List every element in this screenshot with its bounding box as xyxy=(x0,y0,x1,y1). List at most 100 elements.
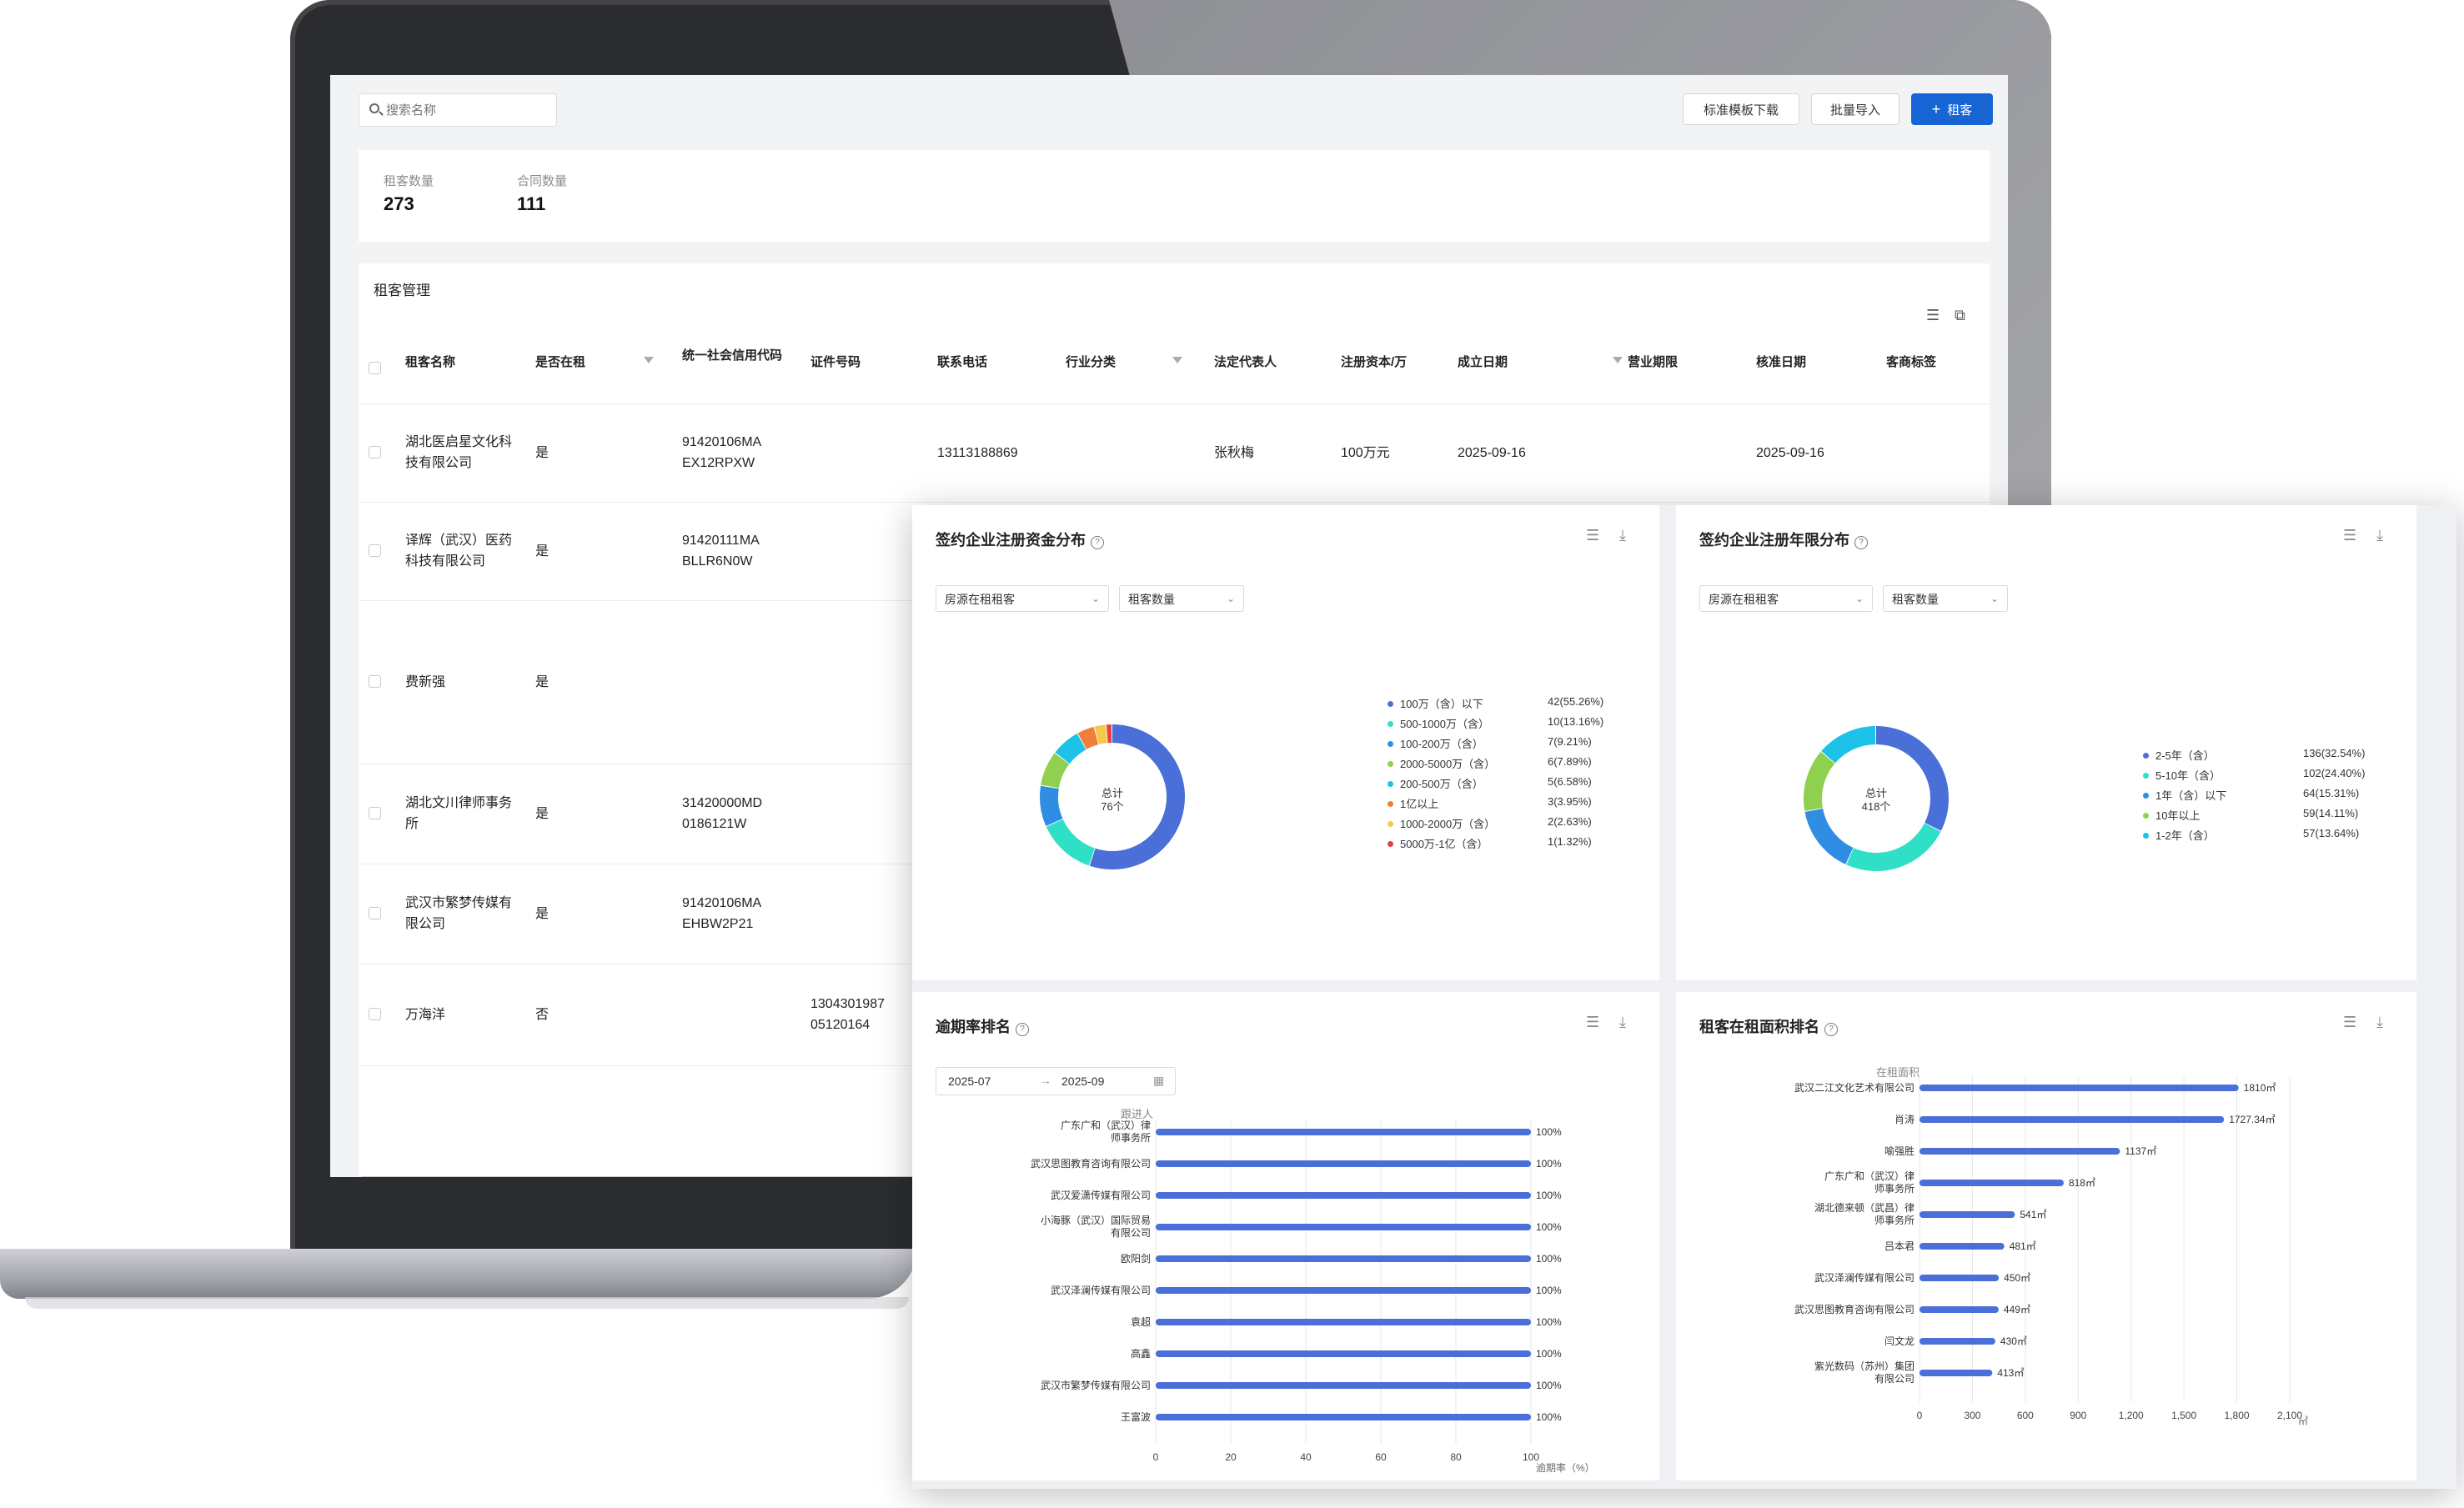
stats-panel: 租客数量 273 合同数量 111 xyxy=(359,150,1990,242)
category-label: 闫文龙 xyxy=(1884,1335,1914,1347)
donut-slice[interactable] xyxy=(1094,724,1108,745)
bar[interactable] xyxy=(1920,1306,1999,1313)
legend-item[interactable]: 500-1000万（含） xyxy=(1388,715,1489,731)
legend-item[interactable]: 5-10年（含） xyxy=(2143,767,2221,783)
bar[interactable] xyxy=(1920,1211,2015,1218)
column-header-legal-rep[interactable]: 法定代表人 xyxy=(1214,353,1277,372)
cell-renting: 是 xyxy=(535,544,550,559)
donut-slice[interactable] xyxy=(1077,726,1099,749)
add-tenant-button[interactable]: + 租客 xyxy=(1911,93,1993,125)
donut-slice[interactable] xyxy=(1804,808,1854,864)
filter-icon[interactable] xyxy=(644,357,654,363)
bar-value-label: 100% xyxy=(1536,1253,1562,1265)
category-label: 王富波 xyxy=(1121,1410,1151,1423)
legend-item[interactable]: 1亿以上 xyxy=(1388,795,1438,811)
column-header-term[interactable]: 营业期限 xyxy=(1628,353,1678,372)
legend-value: 64(15.31%) xyxy=(2303,787,2360,799)
column-settings-icon[interactable]: ☰ xyxy=(1926,307,1940,324)
legend-item[interactable]: 5000万-1亿（含） xyxy=(1388,835,1488,851)
template-download-button[interactable]: 标准模板下载 xyxy=(1683,93,1799,125)
legend-value: 136(32.54%) xyxy=(2303,747,2366,759)
donut-slice[interactable] xyxy=(1804,751,1835,811)
bar[interactable] xyxy=(1920,1180,2064,1186)
bar[interactable] xyxy=(1156,1192,1531,1199)
bar[interactable] xyxy=(1156,1255,1531,1262)
row-checkbox[interactable] xyxy=(369,544,381,557)
donut-slice[interactable] xyxy=(1046,819,1096,866)
legend-item[interactable]: 2000-5000万（含） xyxy=(1388,755,1495,771)
legend-label: 2000-5000万（含） xyxy=(1400,758,1496,770)
legend-item[interactable]: 100万（含）以下 xyxy=(1388,695,1483,711)
column-header-id-number[interactable]: 证件号码 xyxy=(810,353,861,372)
bar[interactable] xyxy=(1920,1243,2005,1250)
legend-item[interactable]: 10年以上 xyxy=(2143,807,2200,823)
legend-item[interactable]: 100-200万（含） xyxy=(1388,735,1483,751)
cell-renting: 是 xyxy=(535,806,550,821)
bar[interactable] xyxy=(1156,1414,1531,1420)
donut-slice[interactable] xyxy=(1875,726,1949,831)
bar[interactable] xyxy=(1156,1319,1531,1325)
row-checkbox[interactable] xyxy=(369,807,381,819)
column-header-approved[interactable]: 核准日期 xyxy=(1756,353,1806,372)
bar-value-label: 450㎡ xyxy=(2004,1272,2030,1284)
legend-item[interactable]: 2-5年（含） xyxy=(2143,747,2215,763)
bar-value-label: 449㎡ xyxy=(2004,1304,2030,1315)
bar[interactable] xyxy=(1156,1382,1531,1389)
column-header-capital[interactable]: 注册资本/万 xyxy=(1341,353,1407,372)
legend-value: 1(1.32%) xyxy=(1548,835,1592,848)
legend-dot xyxy=(2143,793,2149,799)
legend-item[interactable]: 200-500万（含） xyxy=(1388,775,1483,791)
filter-icon[interactable] xyxy=(1172,357,1182,363)
select-all-checkbox[interactable] xyxy=(369,362,381,374)
bar[interactable] xyxy=(1156,1224,1531,1230)
column-header-tenant-name[interactable]: 租客名称 xyxy=(405,353,455,372)
legend-dot xyxy=(2143,833,2149,839)
bar[interactable] xyxy=(1920,1148,2120,1155)
column-header-founded[interactable]: 成立日期 xyxy=(1458,353,1508,372)
column-header-merchant-tag[interactable]: 客商标签 xyxy=(1886,353,1936,372)
bar[interactable] xyxy=(1920,1085,2239,1091)
donut-slice[interactable] xyxy=(1055,733,1086,764)
area-bar-chart: 0 300 600 900 1,200 1,500 1,800 2,100武汉二江文化艺术有限… xyxy=(1794,1076,2302,1421)
bar[interactable] xyxy=(1156,1160,1531,1167)
x-tick-label: 1,500 xyxy=(2171,1410,2196,1421)
legend-label: 200-500万（含） xyxy=(1400,778,1483,790)
batch-import-button[interactable]: 批量导入 xyxy=(1811,93,1899,125)
category-label: 武汉思图教育咨询有限公司 xyxy=(1031,1157,1151,1170)
bar[interactable] xyxy=(1156,1129,1531,1135)
donut-center-label: 总计 xyxy=(1865,787,1887,799)
category-label: 武汉爱潇传媒有限公司 xyxy=(1051,1189,1151,1201)
donut-slice[interactable] xyxy=(1821,726,1876,764)
column-header-credit-code[interactable]: 统一社会信用代码 xyxy=(682,347,790,365)
donut-slice[interactable] xyxy=(1846,823,1941,871)
legend-item[interactable]: 1-2年（含） xyxy=(2143,827,2215,843)
donut-slice[interactable] xyxy=(1040,785,1063,826)
bar[interactable] xyxy=(1920,1275,2000,1281)
export-icon[interactable]: ⧉ xyxy=(1955,307,1965,324)
search-box[interactable] xyxy=(359,93,557,127)
bar[interactable] xyxy=(1920,1338,1995,1345)
row-checkbox[interactable] xyxy=(369,907,381,919)
category-label: 欧阳剑 xyxy=(1121,1252,1151,1265)
column-header-renting[interactable]: 是否在租 xyxy=(535,353,585,372)
row-checkbox[interactable] xyxy=(369,675,381,688)
legend-dot xyxy=(2143,773,2149,779)
row-checkbox[interactable] xyxy=(369,446,381,458)
bar[interactable] xyxy=(1156,1350,1531,1357)
donut-slice[interactable] xyxy=(1041,753,1070,789)
column-header-phone[interactable]: 联系电话 xyxy=(937,353,987,372)
search-input[interactable] xyxy=(384,98,551,123)
legend-item[interactable]: 1年（含）以下 xyxy=(2143,787,2226,803)
legend-label: 500-1000万（含） xyxy=(1400,718,1489,730)
x-tick-label: 1,200 xyxy=(2119,1410,2144,1421)
bar[interactable] xyxy=(1920,1370,1993,1376)
bar[interactable] xyxy=(1156,1287,1531,1294)
cell-name: 万海洋 xyxy=(405,1007,446,1022)
legend-item[interactable]: 1000-2000万（含） xyxy=(1388,815,1495,831)
bar[interactable] xyxy=(1920,1116,2225,1123)
column-header-industry[interactable]: 行业分类 xyxy=(1066,353,1116,372)
filter-icon[interactable] xyxy=(1613,357,1623,363)
overdue-bar-chart: 0 20 40 60 80 100广东广和（武汉）律师事务所 100%武汉思图教育咨询有限公… xyxy=(1031,1120,1562,1463)
row-checkbox[interactable] xyxy=(369,1008,381,1020)
legend-label: 1亿以上 xyxy=(1400,798,1439,810)
